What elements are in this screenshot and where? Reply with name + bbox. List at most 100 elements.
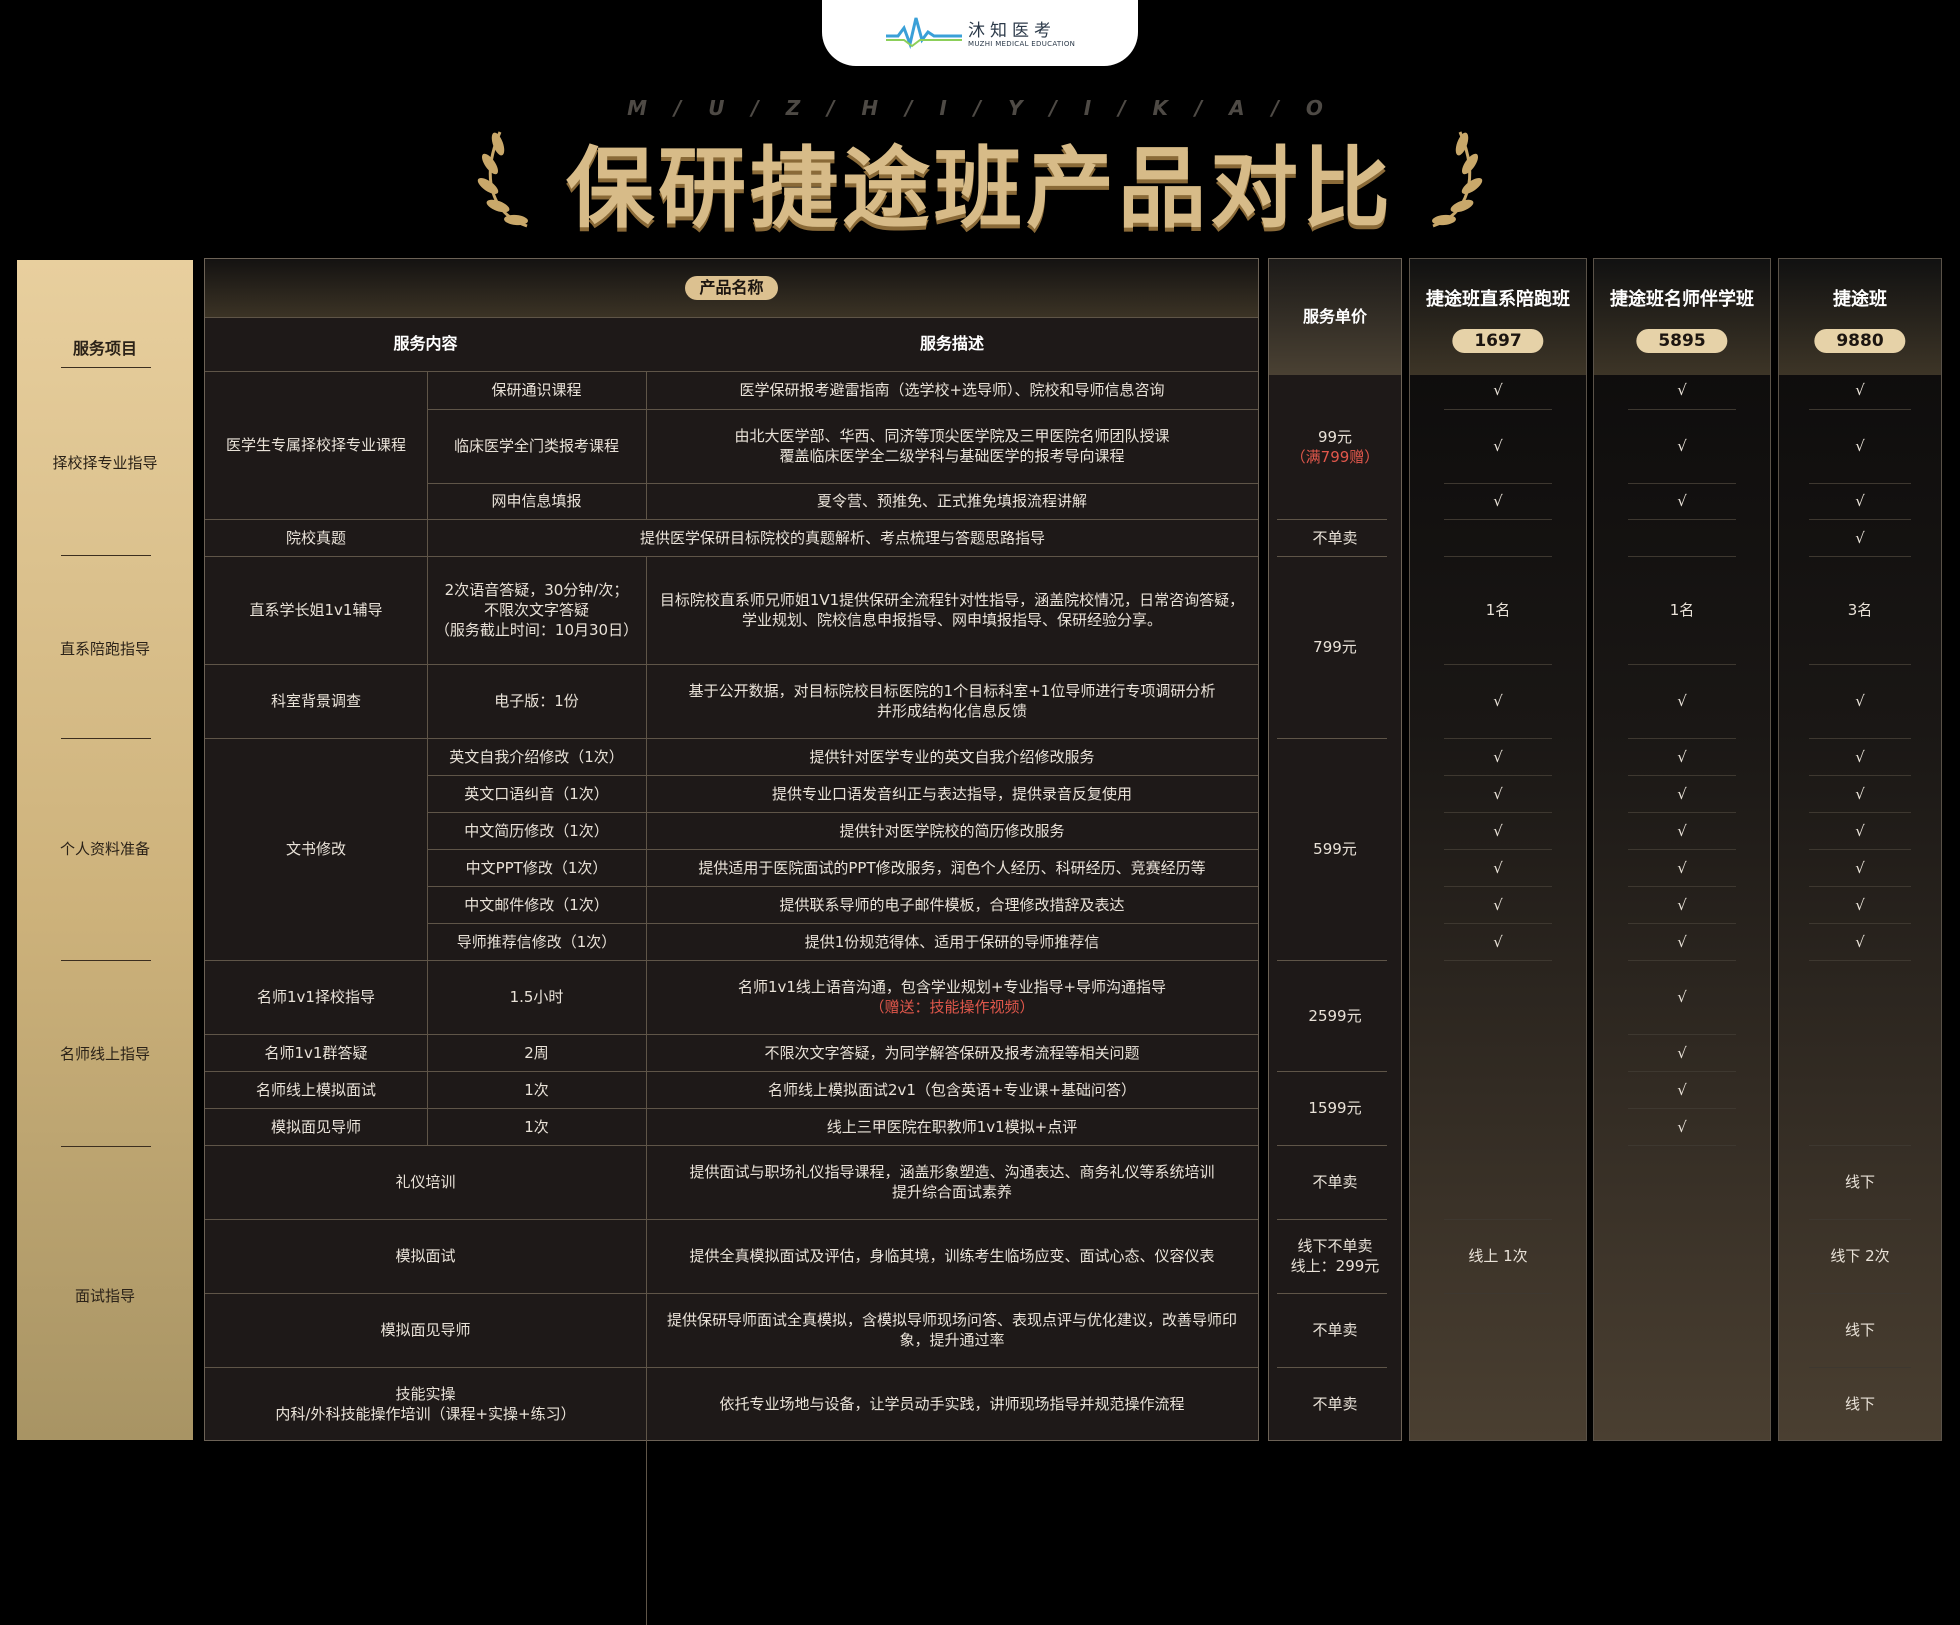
group-skills-practice: 技能实操 内科/外科技能操作培训（课程+实操+练习）	[205, 1367, 646, 1441]
price-value: 不单卖	[1312, 1173, 1358, 1191]
gift-note: （赠送：技能操作视频）	[869, 998, 1035, 1016]
desc-line: 由北大医学部、华西、同济等顶尖医学院及三甲医院名师团队授课	[734, 427, 1170, 445]
sub-english-intro: 英文自我介绍修改（1次）	[449, 747, 624, 766]
desc-row: 目标院校直系师兄师姐1V1提供保研全流程针对性指导，涵盖院校情况，日常咨询答疑，…	[646, 556, 1258, 664]
desc-row: 提供针对医学院校的简历修改服务	[839, 821, 1065, 840]
price-mock-interview: 线下不单卖 线上：299元	[1269, 1219, 1401, 1293]
check-mark: √	[1677, 988, 1687, 1006]
product-name-header: 产品名称	[205, 259, 1258, 317]
product-name: 捷途班直系陪跑班	[1426, 289, 1570, 310]
price-value: 不单卖	[1312, 1395, 1358, 1413]
group-mock-interview: 模拟面试	[395, 1247, 456, 1265]
check-mark: √	[1677, 784, 1687, 803]
logo-wave-icon	[886, 17, 962, 50]
mock-interview-count: 线下 2次	[1830, 1247, 1890, 1265]
divider	[1444, 960, 1552, 961]
group-etiquette-training: 礼仪培训	[395, 1173, 456, 1191]
skills-title: 技能实操	[395, 1385, 456, 1403]
check-mark: √	[1677, 821, 1687, 840]
divider	[1444, 1293, 1552, 1294]
product-header-bg	[1594, 259, 1770, 375]
divider	[1444, 519, 1552, 520]
sub-recommendation-letter: 导师推荐信修改（1次）	[456, 932, 617, 951]
desc-row: 提供1份规范得体、适用于保研的导师推荐信	[804, 932, 1100, 951]
check-mark: √	[1855, 784, 1865, 803]
sub-chinese-ppt: 中文PPT修改（1次）	[465, 858, 608, 877]
product-column-direct-mentor: 捷途班直系陪跑班 1697 √ √ √ 1名 √ √ √ √ √ √ √ 线上 …	[1409, 258, 1587, 1441]
divider	[1628, 519, 1736, 520]
product-column-fast-track: 捷途班 9880 √ √ √ √ 3名 √ √ √ √ √ √ √ 线下 线下 …	[1778, 258, 1942, 1441]
desc-line: 并形成结构化信息反馈	[876, 702, 1027, 720]
check-mark: √	[1493, 858, 1503, 877]
category-direct-mentor: 直系陪跑指导	[59, 640, 150, 658]
product-column-mentor-companion: 捷途班名师伴学班 5895 √ √ √ 1名 √ √ √ √ √ √ √ √ √…	[1593, 258, 1771, 1441]
group-mentor-1v1: 名师1v1择校指导	[257, 988, 375, 1006]
sub-senior-qa-line3: （服务截止时间：10月30日）	[434, 621, 639, 639]
sub-english-speaking: 英文口语纠音（1次）	[464, 784, 609, 803]
desc-row: 提供面试与职场礼仪指导课程，涵盖形象塑造、沟通表达、商务礼仪等系统培训 提升综合…	[646, 1145, 1258, 1219]
check-mark: √	[1493, 381, 1503, 399]
check-mark: √	[1677, 492, 1687, 510]
offline-mark: 线下	[1844, 1395, 1875, 1413]
group-department-survey: 科室背景调查	[270, 692, 361, 710]
sub-chinese-email: 中文邮件修改（1次）	[464, 895, 609, 914]
sub-chinese-resume: 中文简历修改（1次）	[464, 821, 609, 840]
desc-row: 提供医学保研目标院校的真题解析、考点梳理与答题思路指导	[639, 528, 1045, 547]
price-promo: （满799赠）	[1290, 448, 1380, 466]
check-mark: √	[1855, 858, 1865, 877]
check-mark: √	[1677, 1080, 1687, 1099]
desc-row: 提供全真模拟面试及评估，身临其境，训练考生临场应变、面试心态、仪容仪表	[689, 1247, 1215, 1265]
check-mark: √	[1677, 932, 1687, 951]
product-price-badge: 5895	[1636, 329, 1728, 353]
desc-row: 基于公开数据，对目标院校目标医院的1个目标科室+1位导师进行专项调研分析 并形成…	[646, 664, 1258, 738]
service-column-header: 服务项目	[72, 339, 137, 358]
sub-once: 1次	[524, 1117, 549, 1136]
divider	[1809, 960, 1911, 961]
logo-tab: 沐知医考 MUZHI MEDICAL EDUCATION	[822, 0, 1138, 66]
mock-interview-count: 线上 1次	[1468, 1247, 1528, 1265]
group-school-course: 医学生专属择校择专业课程	[225, 436, 406, 454]
category-online-mentor: 名师线上指导	[59, 1045, 150, 1063]
sub-senior-qa-line2: 不限次文字答疑	[483, 601, 589, 619]
check-mark: √	[1677, 437, 1687, 455]
price-value: 599元	[1313, 840, 1357, 858]
check-mark: √	[1493, 747, 1503, 766]
check-mark: √	[1493, 932, 1503, 951]
divider	[61, 960, 151, 961]
product-header-bg	[1410, 259, 1586, 375]
sub-once: 1次	[524, 1080, 549, 1099]
mentor-count: 3名	[1847, 601, 1873, 619]
offline-mark: 线下	[1844, 1173, 1875, 1191]
desc-row: 线上三甲医院在职教师1v1模拟+点评	[826, 1117, 1078, 1136]
group-document-editing: 文书修改	[285, 840, 346, 858]
sub-senior-qa: 2次语音答疑，30分钟/次； 不限次文字答疑 （服务截止时间：10月30日）	[427, 556, 646, 664]
page-title: 保研捷途班产品对比	[565, 137, 1394, 240]
desc-line: 提升综合面试素养	[891, 1183, 1012, 1201]
check-mark: √	[1677, 1117, 1687, 1136]
price-value: 线下不单卖	[1297, 1237, 1373, 1255]
divider	[61, 738, 151, 739]
check-mark: √	[1493, 437, 1503, 455]
desc-row: 提供针对医学专业的英文自我介绍修改服务	[809, 747, 1095, 766]
group-past-papers: 院校真题	[285, 528, 346, 547]
check-mark: √	[1493, 492, 1503, 510]
check-mark: √	[1855, 747, 1865, 766]
divider	[61, 1146, 151, 1147]
desc-line: 覆盖临床医学全二级学科与基础医学的报考导向课程	[779, 447, 1125, 465]
check-mark: √	[1677, 692, 1687, 710]
product-name: 捷途班	[1833, 289, 1887, 310]
desc-line: 名师1v1线上语音沟通，包含学业规划+专业指导+导师沟通指导	[737, 978, 1167, 996]
price-value: 线上：299元	[1290, 1257, 1380, 1275]
check-mark: √	[1677, 1043, 1687, 1062]
desc-line: 提供保研导师面试全真模拟，含模拟导师现场问答、表现点评与优化建议，改善导师印	[666, 1311, 1237, 1329]
desc-row: 名师1v1线上语音沟通，包含学业规划+专业指导+导师沟通指导 （赠送：技能操作视…	[646, 960, 1258, 1034]
group-mock-interview-online: 名师线上模拟面试	[255, 1080, 376, 1099]
desc-line: 学业规划、院校信息申报指导、网申填报指导、保研经验分享。	[741, 611, 1162, 629]
desc-row: 夏令营、预推免、正式推免填报流程讲解	[816, 492, 1087, 510]
price-school-course: 99元 （满799赠）	[1269, 375, 1401, 519]
product-price-badge: 1697	[1452, 329, 1544, 353]
check-mark: √	[1493, 784, 1503, 803]
desc-row: 不限次文字答疑，为同学解答保研及报考流程等相关问题	[764, 1043, 1140, 1062]
col-header-desc: 服务描述	[919, 334, 984, 353]
group-senior-1v1: 直系学长姐1v1辅导	[249, 601, 383, 619]
